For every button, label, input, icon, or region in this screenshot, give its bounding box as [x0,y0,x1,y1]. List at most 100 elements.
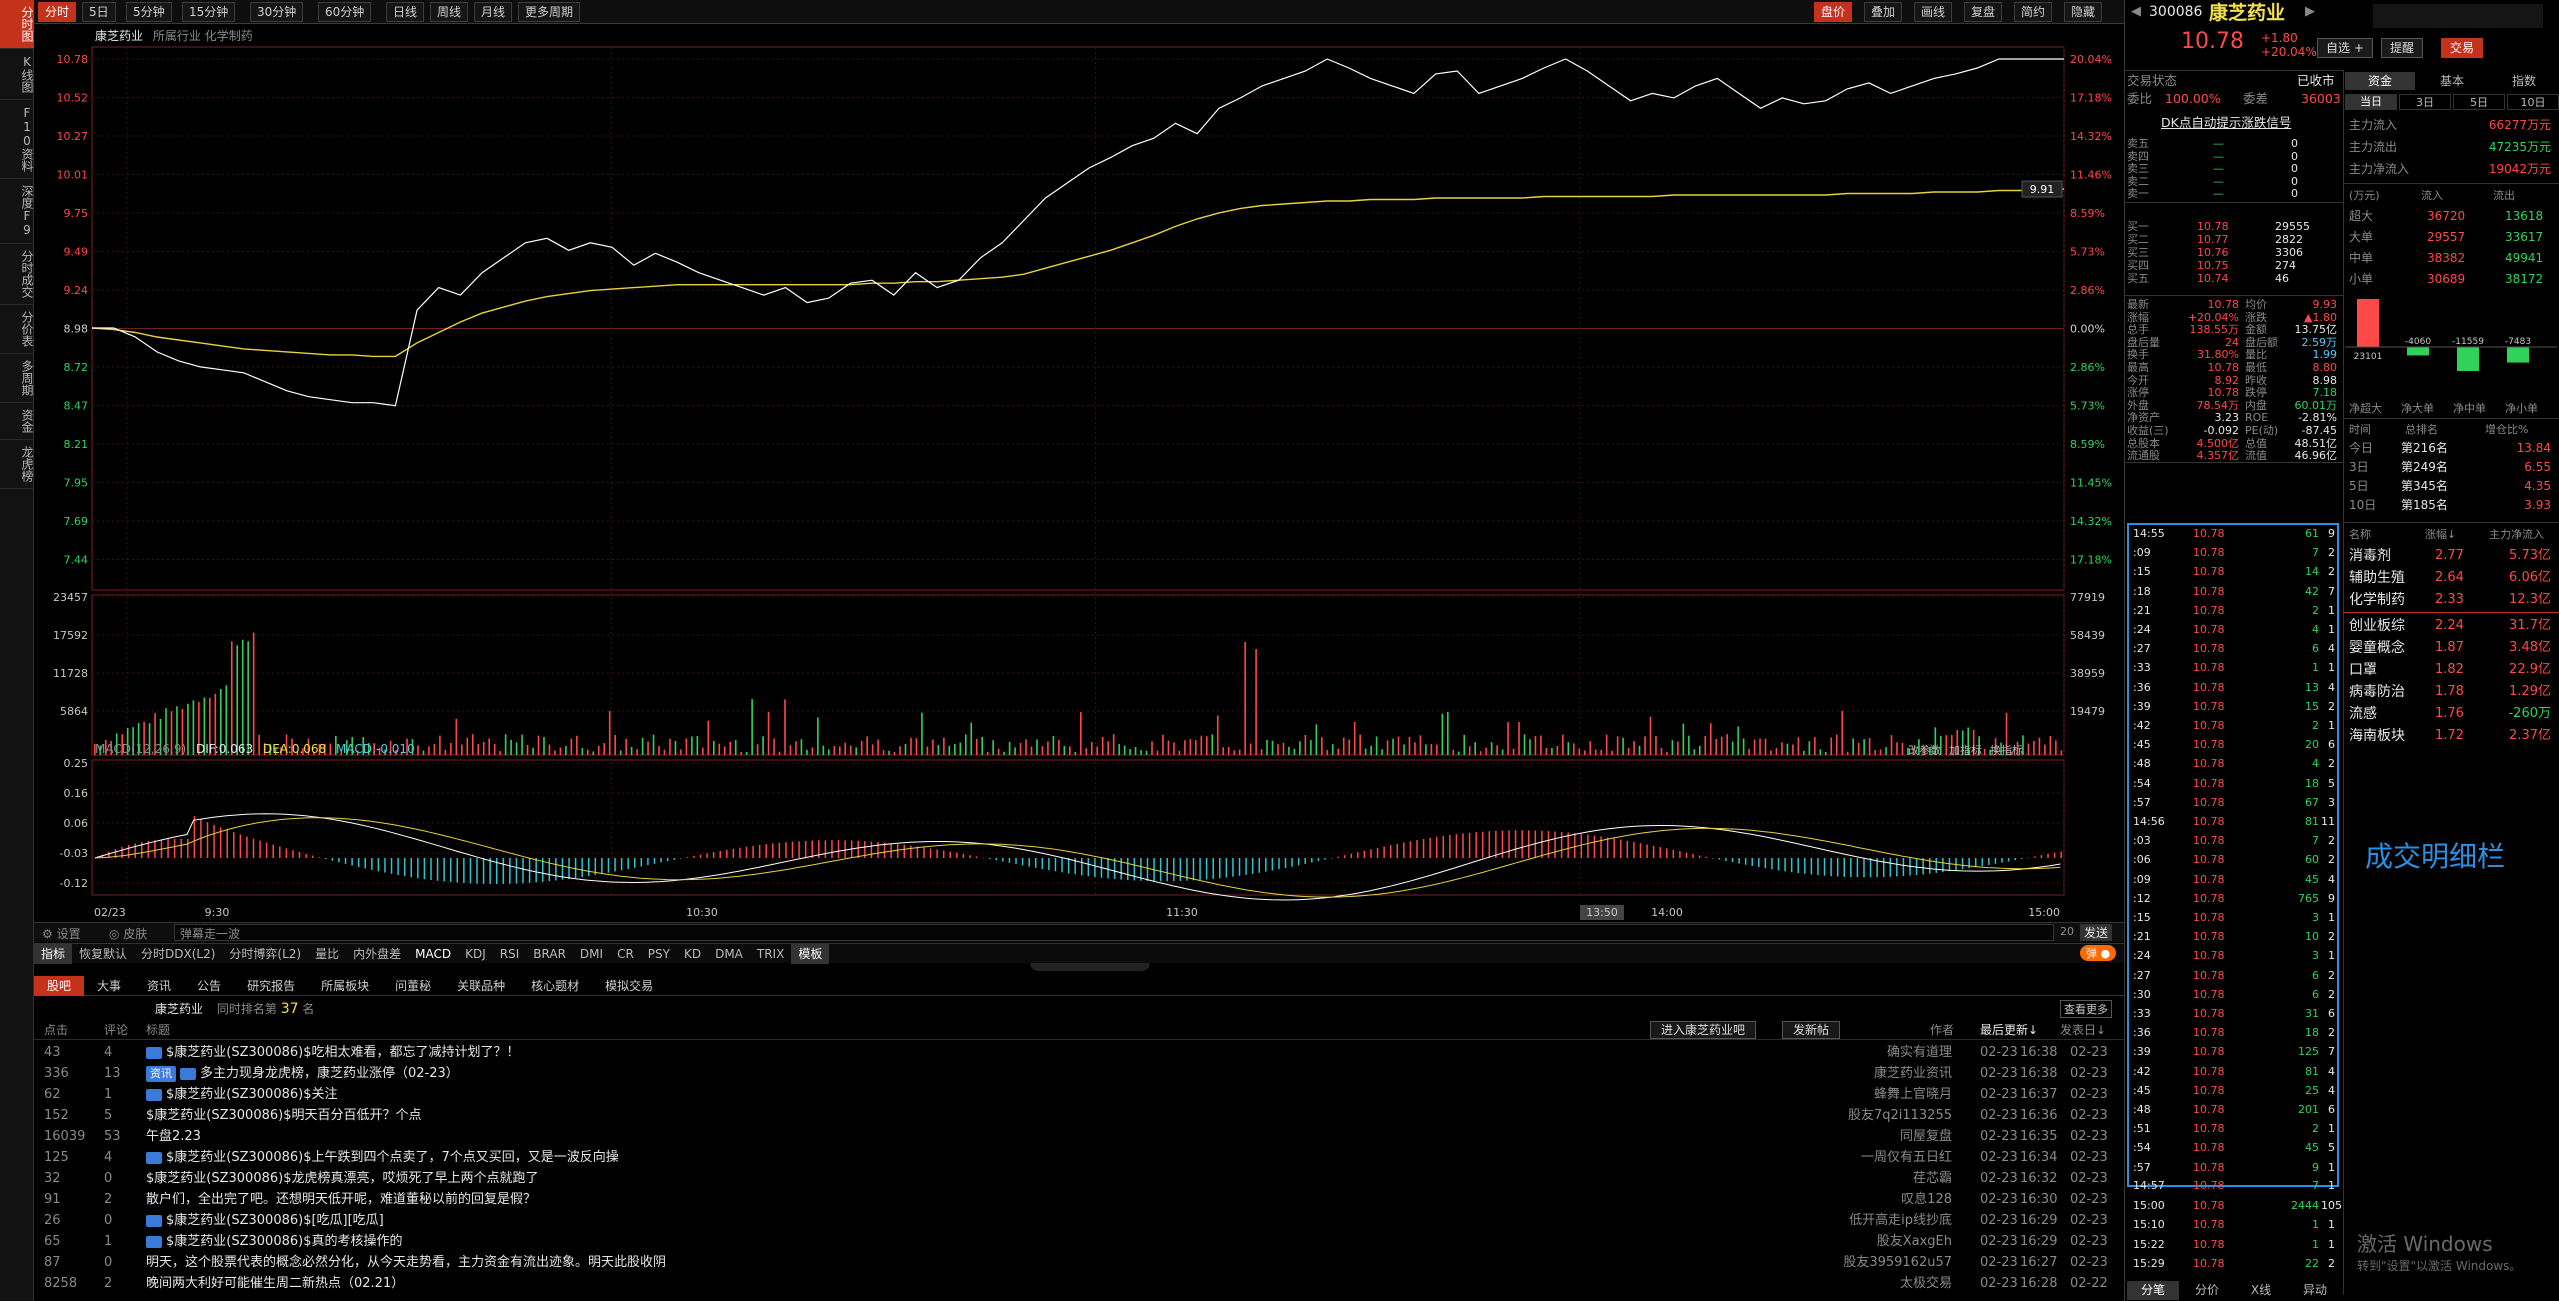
indicator-button[interactable]: 改参数 [1908,744,1941,757]
post-author[interactable]: 确实有道理 [1887,1042,1952,1063]
indicator-tab[interactable]: CR [610,944,641,964]
news-row[interactable]: 43 4 $康芝药业(SZ300086)$吃相太难看，都忘了减持计划了？！ 确实有道理… [34,1042,2124,1063]
post-title[interactable]: $康芝药业(SZ300086)$真的考核操作的 [166,1234,402,1249]
period-button[interactable]: 周线 [430,2,469,22]
post-title[interactable]: $康芝药业(SZ300086)$明天百分百低开？个点 [146,1108,421,1123]
trade-button[interactable]: 交易 [2441,38,2484,58]
post-author[interactable]: 康芝药业资讯 [1874,1063,1952,1084]
news-row[interactable]: 91 2 散户们，全出完了吧。还想明天低开呢，难道董秘以前的回复是假？ 叹息128 02… [34,1189,2124,1210]
indicator-tab[interactable]: KDJ [458,944,493,964]
send-button[interactable]: 发送 [2080,924,2113,941]
next-stock-icon[interactable]: ▶ [2305,4,2315,19]
news-row[interactable]: 125 4 $康芝药业(SZ300086)$上午跌到四个点卖了，7个点又买回，又是一… [34,1147,2124,1168]
toolbar-button[interactable]: 复盘 [1964,2,2003,22]
indicator-tab[interactable]: 指标 [34,944,73,964]
period-tab[interactable]: 3日 [2399,94,2451,110]
period-button[interactable]: 60分钟 [318,2,372,22]
bottom-tab[interactable]: X线 [2235,1281,2287,1300]
leftbar-item[interactable]: 深度F9 [0,179,34,244]
indicator-button[interactable]: 换指标 [1990,744,2023,757]
indicator-tab[interactable]: DMA [708,944,750,964]
indicator-tab[interactable]: TRIX [750,944,791,964]
bottom-tab[interactable]: 分价 [2181,1281,2233,1300]
news-tab[interactable]: 研究报告 [234,976,308,996]
intraday-chart[interactable]: 10.78 20.04% 10.52 17.18% 10.27 14.32% 10.01 11… [34,25,2124,920]
news-tab[interactable]: 资讯 [134,976,184,996]
indicator-tab[interactable]: 模板 [791,944,830,964]
collapse-handle[interactable] [1030,963,1150,971]
period-tab[interactable]: 当日 [2345,94,2397,110]
post-author[interactable]: 股友3959162u57 [1843,1252,1952,1273]
indicator-tab[interactable]: PSY [641,944,677,964]
post-title[interactable]: $康芝药业(SZ300086)$龙虎榜真漂亮，哎烦死了早上两个点就跑了 [146,1171,538,1186]
indicator-tab[interactable]: 分时DDX(L2) [134,944,222,964]
post-author[interactable]: 股友7q2i113255 [1848,1105,1952,1126]
indicator-tab[interactable]: 量比 [308,944,346,964]
news-row[interactable]: 65 1 $康芝药业(SZ300086)$真的考核操作的 股友XaxgEh 02-23 1… [34,1231,2124,1252]
post-author[interactable]: 叹息128 [1901,1189,1952,1210]
news-tab[interactable]: 问董秘 [382,976,444,996]
period-button[interactable]: 15分钟 [182,2,236,22]
period-tab[interactable]: 10日 [2507,94,2559,110]
news-row[interactable]: 336 13 资讯 多主力现身龙虎榜，康芝药业涨停（02-23） 康芝药业资讯 02-23… [34,1063,2124,1084]
new-post-button[interactable]: 发新帖 [1782,1021,1841,1039]
news-row[interactable]: 8258 2 晚间两大利好可能催生周二新热点（02.21） 太极交易 02-23 16:2… [34,1273,2124,1294]
news-row[interactable]: 32 0 $康芝药业(SZ300086)$龙虎榜真漂亮，哎烦死了早上两个点就跑了 荏芯… [34,1168,2124,1189]
leftbar-item[interactable]: F10资料 [0,100,34,179]
alert-button[interactable]: 提醒 [2381,38,2424,58]
news-tab[interactable]: 关联品种 [444,976,518,996]
news-tab[interactable]: 股吧 [34,976,85,996]
leftbar-item[interactable]: K线图 [0,49,34,100]
post-author[interactable]: 低开高走ip线抄底 [1849,1210,1952,1231]
toolbar-button[interactable]: 简约 [2014,2,2053,22]
fund-tab[interactable]: 指数 [2489,72,2559,90]
leftbar-item[interactable]: 分时图 [0,0,34,49]
leftbar-item[interactable]: 资金 [0,403,34,440]
fund-tab[interactable]: 基本 [2417,72,2487,90]
indicator-button[interactable]: 加指标 [1949,744,1982,757]
leftbar-item[interactable]: 多周期 [0,354,34,403]
news-row[interactable]: 16039 53 午盘2.23 同屋复盘 02-23 16:35 02-23 [34,1126,2124,1147]
post-author[interactable]: 一周仅有五日红 [1861,1147,1952,1168]
period-tab[interactable]: 5日 [2453,94,2505,110]
news-row[interactable]: 152 5 $康芝药业(SZ300086)$明天百分百低开？个点 股友7q2i1132… [34,1105,2124,1126]
indicator-tab[interactable]: KD [677,944,708,964]
news-tab[interactable]: 所属板块 [308,976,382,996]
news-tab[interactable]: 核心题材 [518,976,592,996]
post-title[interactable]: 午盘2.23 [146,1129,201,1144]
post-title[interactable]: 多主力现身龙虎榜，康芝药业涨停（02-23） [200,1066,459,1081]
post-title[interactable]: $康芝药业(SZ300086)$[吃瓜][吃瓜] [166,1213,384,1228]
post-title[interactable]: 散户们，全出完了吧。还想明天低开呢，难道董秘以前的回复是假？ [146,1192,536,1207]
danmu-toggle[interactable]: 弹 ● [2080,945,2117,961]
view-more-button[interactable]: 查看更多 [2060,1000,2112,1018]
period-button[interactable]: 更多周期 [518,2,581,22]
news-tab[interactable]: 模拟交易 [592,976,666,996]
post-author[interactable]: 同屋复盘 [1900,1126,1952,1147]
period-button[interactable]: 5日 [82,2,116,22]
news-row[interactable]: 26 0 $康芝药业(SZ300086)$[吃瓜][吃瓜] 低开高走ip线抄底 02-2… [34,1210,2124,1231]
news-tab[interactable]: 大事 [84,976,134,996]
leftbar-item[interactable]: 龙虎榜 [0,440,34,489]
indicator-tab[interactable]: MACD [408,944,458,964]
post-author[interactable]: 荏芯霸 [1913,1168,1952,1189]
post-title[interactable]: 晚间两大利好可能催生周二新热点（02.21） [146,1276,404,1291]
settings-button[interactable]: ⚙ 设置 [42,925,81,942]
post-author[interactable]: 蜂舞上官晓月 [1874,1084,1952,1105]
skin-button[interactable]: ◎ 皮肤 [109,925,147,942]
period-button[interactable]: 日线 [386,2,425,22]
toolbar-button[interactable]: 盘价 [1814,2,1853,22]
period-button[interactable]: 30分钟 [250,2,304,22]
indicator-tab[interactable]: 恢复默认 [72,944,134,964]
post-title[interactable]: $康芝药业(SZ300086)$上午跌到四个点卖了，7个点又买回，又是一波反向操 [166,1150,619,1165]
news-tab[interactable]: 公告 [184,976,234,996]
period-button[interactable]: 分时 [38,2,77,22]
toolbar-button[interactable]: 隐藏 [2064,2,2103,22]
toolbar-button[interactable]: 画线 [1914,2,1953,22]
post-title[interactable]: $康芝药业(SZ300086)$关注 [166,1087,337,1102]
indicator-tab[interactable]: DMI [573,944,610,964]
indicator-tab[interactable]: 分时博弈(L2) [222,944,308,964]
news-row[interactable]: 62 1 $康芝药业(SZ300086)$关注 蜂舞上官晓月 02-23 16:37 02-… [34,1084,2124,1105]
add-watchlist-button[interactable]: 自选 + [2317,38,2373,58]
indicator-tab[interactable]: 内外盘差 [346,944,408,964]
post-title[interactable]: 明天，这个股票代表的概念必然分化，从今天走势看，主力资金有流出迹象。明天此股收阴 [146,1255,666,1270]
